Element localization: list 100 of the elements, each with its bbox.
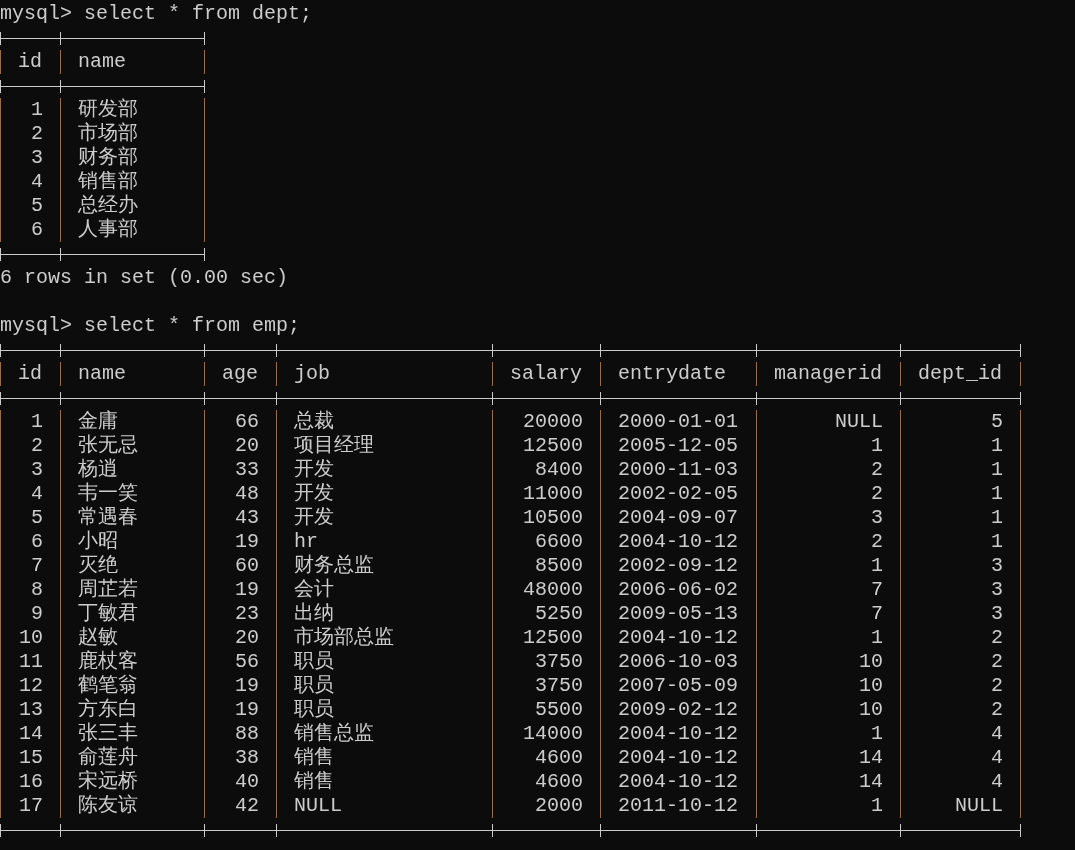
column-header: id [0, 362, 60, 386]
table-cell: 60 [204, 554, 276, 578]
table-cell: 市场部 [60, 122, 205, 146]
command-line: mysql> select * from emp; [0, 314, 301, 338]
table-cell: 11000 [492, 482, 600, 506]
table-cell: 2 [900, 626, 1021, 650]
table-cell: 2006-06-02 [600, 578, 756, 602]
table-cell: 市场部总监 [276, 626, 492, 650]
table-cell: hr [276, 530, 492, 554]
column-header: name [60, 362, 204, 386]
table-cell: 小昭 [60, 530, 204, 554]
table-cell: 1 [0, 410, 60, 434]
table-cell: 17 [0, 794, 60, 818]
table-cell: 19 [204, 674, 276, 698]
table-cell: 13 [0, 698, 60, 722]
table-cell: 2 [756, 530, 900, 554]
table-cell: 6 [0, 530, 60, 554]
table-cell: 方东白 [60, 698, 204, 722]
table-cell: 3 [900, 578, 1021, 602]
table-cell: 周芷若 [60, 578, 204, 602]
table-cell: 1 [756, 554, 900, 578]
table-cell: 2 [0, 122, 60, 146]
table-cell: 韦一笑 [60, 482, 204, 506]
table-cell: 3 [756, 506, 900, 530]
table-cell: 33 [204, 458, 276, 482]
table-cell: 19 [204, 530, 276, 554]
table-cell: 1 [756, 626, 900, 650]
table-cell: 56 [204, 650, 276, 674]
table-cell: 14 [756, 746, 900, 770]
table-cell: 灭绝 [60, 554, 204, 578]
table-cell: 4 [900, 722, 1021, 746]
table-cell: NULL [756, 410, 900, 434]
table-cell: 鹤笔翁 [60, 674, 204, 698]
table-cell: 1 [756, 722, 900, 746]
column-header: entrydate [600, 362, 756, 386]
table-cell: 20 [204, 434, 276, 458]
table-cell: 2 [900, 698, 1021, 722]
table-cell: 4 [900, 746, 1021, 770]
table-cell: 7 [756, 602, 900, 626]
table-cell: 总经办 [60, 194, 205, 218]
table-cell: 1 [900, 482, 1021, 506]
table-cell: 20000 [492, 410, 600, 434]
table-cell: 12500 [492, 434, 600, 458]
table-cell: 1 [900, 530, 1021, 554]
table-cell: 开发 [276, 458, 492, 482]
table-cell: 2004-10-12 [600, 770, 756, 794]
table-cell: 出纳 [276, 602, 492, 626]
table-cell: 14 [756, 770, 900, 794]
table-cell: 10 [756, 698, 900, 722]
table-cell: 8500 [492, 554, 600, 578]
column-header: job [276, 362, 492, 386]
table-cell: 42 [204, 794, 276, 818]
table-cell: 2011-10-12 [600, 794, 756, 818]
table-cell: 15 [0, 746, 60, 770]
table-cell: 2004-10-12 [600, 530, 756, 554]
table-cell: 3 [900, 554, 1021, 578]
table-cell: 1 [900, 506, 1021, 530]
table-cell: 2 [900, 650, 1021, 674]
table-cell: 12500 [492, 626, 600, 650]
table-cell: 宋远桥 [60, 770, 204, 794]
table-cell: 研发部 [60, 98, 205, 122]
table-cell: 8400 [492, 458, 600, 482]
table-cell: 5250 [492, 602, 600, 626]
table-cell: 3 [0, 458, 60, 482]
table-cell: 66 [204, 410, 276, 434]
table-cell: 2 [0, 434, 60, 458]
table-cell: 48 [204, 482, 276, 506]
table-cell: 5500 [492, 698, 600, 722]
table-cell: 4600 [492, 770, 600, 794]
table-cell: 3 [900, 602, 1021, 626]
table-cell: 总裁 [276, 410, 492, 434]
table-cell: 40 [204, 770, 276, 794]
table-cell: 2 [756, 458, 900, 482]
table-cell: 销售 [276, 746, 492, 770]
table-cell: 7 [0, 554, 60, 578]
table-cell: 23 [204, 602, 276, 626]
table-cell: 开发 [276, 506, 492, 530]
table-cell: 张三丰 [60, 722, 204, 746]
table-cell: 2 [756, 482, 900, 506]
table-cell: 赵敏 [60, 626, 204, 650]
table-cell: 2 [900, 674, 1021, 698]
table-cell: 职员 [276, 674, 492, 698]
table-cell: 14000 [492, 722, 600, 746]
table-cell: 20 [204, 626, 276, 650]
table-cell: 2004-10-12 [600, 722, 756, 746]
table-cell: NULL [276, 794, 492, 818]
table-cell: 2002-02-05 [600, 482, 756, 506]
table-cell: 5 [0, 506, 60, 530]
table-cell: 销售部 [60, 170, 205, 194]
table-cell: 4 [0, 170, 60, 194]
command-line: mysql> select * from dept; [0, 2, 313, 26]
table-cell: 2009-05-13 [600, 602, 756, 626]
table-cell: 2009-02-12 [600, 698, 756, 722]
table-cell: 人事部 [60, 218, 205, 242]
table-cell: 3 [0, 146, 60, 170]
table-cell: 鹿杖客 [60, 650, 204, 674]
table-cell: 1 [756, 794, 900, 818]
table-cell: 杨逍 [60, 458, 204, 482]
table-cell: 8 [0, 578, 60, 602]
table-cell: 3750 [492, 674, 600, 698]
